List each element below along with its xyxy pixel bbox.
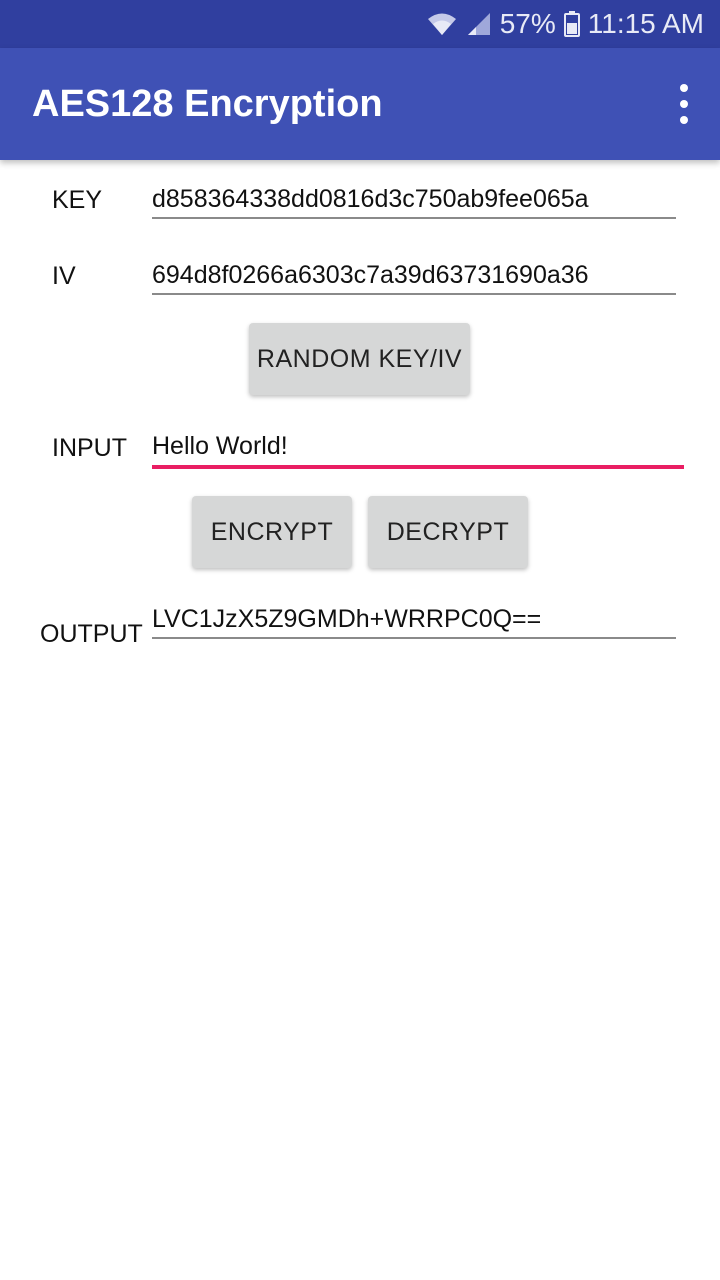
app-title: AES128 Encryption (32, 83, 383, 125)
key-label: KEY (52, 186, 103, 214)
input-field[interactable] (152, 429, 684, 463)
iv-field-underline (152, 293, 676, 295)
status-icons: 57% 11:15 AM (426, 0, 704, 48)
clock: 11:15 AM (587, 8, 704, 39)
key-field[interactable] (152, 182, 676, 216)
app-bar: AES128 Encryption (0, 48, 720, 160)
battery-percent: 57% (499, 8, 556, 39)
battery-icon (563, 11, 580, 37)
input-label: INPUT (52, 434, 127, 462)
signal-icon (466, 11, 492, 37)
output-field[interactable] (152, 602, 676, 636)
wifi-icon (426, 11, 458, 37)
output-field-underline (152, 637, 676, 639)
input-field-underline (152, 465, 684, 469)
key-field-underline (152, 217, 676, 219)
random-key-iv-button[interactable]: RANDOM KEY/IV (249, 323, 470, 395)
iv-field[interactable] (152, 258, 676, 292)
decrypt-button[interactable]: DECRYPT (368, 496, 528, 568)
output-label: OUTPUT (40, 620, 143, 648)
iv-label: IV (52, 262, 76, 290)
overflow-menu-icon[interactable] (668, 84, 700, 124)
status-bar: 57% 11:15 AM (0, 0, 720, 48)
encrypt-button[interactable]: ENCRYPT (192, 496, 352, 568)
